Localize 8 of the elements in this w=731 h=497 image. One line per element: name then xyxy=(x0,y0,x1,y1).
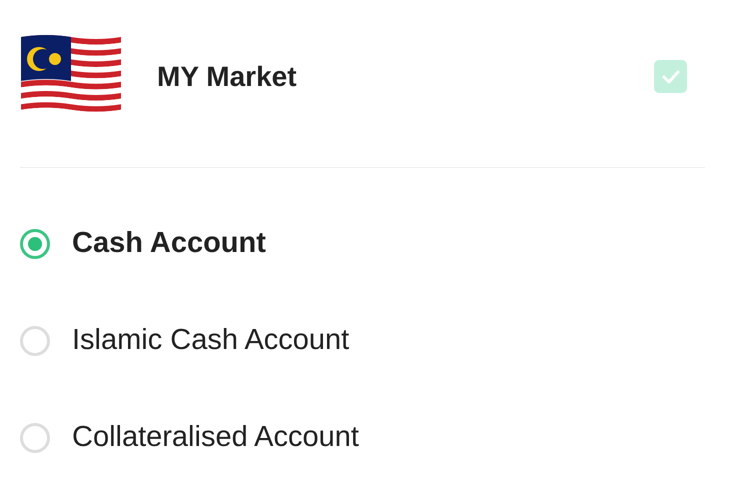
radio-button[interactable] xyxy=(20,422,50,452)
radio-button[interactable] xyxy=(20,228,50,258)
radio-button[interactable] xyxy=(20,326,50,356)
market-title: MY Market xyxy=(157,60,298,92)
checkmark-icon xyxy=(662,70,680,84)
account-option-label[interactable]: Islamic Cash Account xyxy=(72,324,350,357)
account-option-label[interactable]: Cash Account xyxy=(72,227,266,260)
account-option-label[interactable]: Collateralised Account xyxy=(72,421,359,454)
